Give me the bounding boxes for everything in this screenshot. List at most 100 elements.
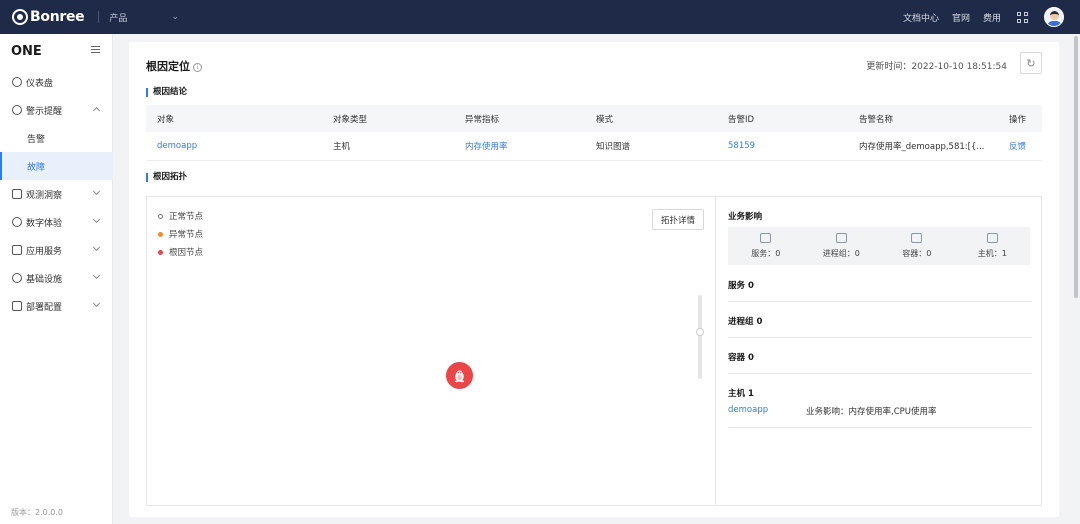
divider <box>728 301 1032 302</box>
sidebar-item-alerts[interactable]: 警示提醒 <box>0 96 113 124</box>
website-link[interactable]: 官网 <box>952 11 970 24</box>
process-group-icon <box>835 233 847 243</box>
wrench-icon <box>12 301 22 311</box>
host-impact-text: 业务影响：内存使用率,CPU使用率 <box>806 407 937 417</box>
column-header: 对象类型 <box>322 105 454 132</box>
object-link[interactable]: demoapp <box>146 132 322 161</box>
sidebar-item-alarm[interactable]: 告警 <box>0 124 113 152</box>
legend-label: 异常节点 <box>169 230 204 240</box>
sidebar-item-label: 部署配置 <box>26 302 63 313</box>
impact-title: 业务影响 <box>728 212 763 222</box>
impact-service-heading: 服务 0 <box>728 281 754 291</box>
collapse-menu-icon[interactable] <box>91 46 100 55</box>
impact-stat-label: 服务：0 <box>751 249 781 258</box>
divider <box>98 11 100 23</box>
impact-stat-label: 进程组：0 <box>822 249 860 258</box>
column-header: 模式 <box>585 105 717 132</box>
impact-stat-host: 主机：1 <box>955 227 1031 265</box>
sidebar-brand: ONE <box>11 44 42 59</box>
topology-canvas[interactable]: 正常节点 异常节点 根因节点 拓扑详情 <box>147 197 716 505</box>
app-service-icon <box>12 245 22 255</box>
infrastructure-icon <box>12 273 22 283</box>
feedback-link[interactable]: 反馈 <box>998 132 1042 161</box>
chevron-down-icon <box>92 243 101 252</box>
sidebar-item-experience[interactable]: 数字体验 <box>0 208 113 236</box>
chevron-down-icon[interactable]: ⌄ <box>171 12 179 22</box>
conclusion-table: 对象 对象类型 异常指标 模式 告警ID 告警名称 操作 demoapp 主机 … <box>146 105 1042 161</box>
impact-stat-label: 容器：0 <box>902 249 932 258</box>
chevron-down-icon <box>92 187 101 196</box>
chevron-down-icon <box>92 215 101 224</box>
sidebar-item-deploy[interactable]: 部署配置 <box>0 292 113 320</box>
sidebar-item-insight[interactable]: 观测洞察 <box>0 180 113 208</box>
divider <box>728 373 1032 374</box>
alert-name: 内存使用率_demoapp,581:[{... <box>848 132 998 161</box>
impact-process-group-heading: 进程组 0 <box>728 317 763 327</box>
zoom-slider[interactable] <box>698 295 702 379</box>
sidebar-item-label: 警示提醒 <box>26 106 63 117</box>
top-bar: Bonree 产品 ⌄ 文档中心 官网 费用 <box>0 0 1080 34</box>
abnormal-node-dot-icon <box>158 231 163 237</box>
docs-link[interactable]: 文档中心 <box>903 11 939 24</box>
column-header: 操作 <box>998 105 1042 132</box>
info-icon[interactable]: i <box>193 63 202 72</box>
root-cause-card: 根因定位 i 更新时间：2022-10-10 18:51:54 ↻ 根因结论 对象… <box>129 42 1059 517</box>
column-header: 异常指标 <box>454 105 585 132</box>
divider <box>728 427 1032 428</box>
topology-panel: 正常节点 异常节点 根因节点 拓扑详情 业务影响 服务：0 进程组：0 容器：0… <box>146 196 1042 506</box>
legend-abnormal: 异常节点 <box>158 228 203 240</box>
sidebar-item-dashboard[interactable]: 仪表盘 <box>0 68 113 96</box>
insight-icon <box>12 189 22 199</box>
avatar[interactable] <box>1044 7 1064 27</box>
alert-id-link[interactable]: 58159 <box>717 132 848 161</box>
divider <box>728 337 1032 338</box>
business-impact-panel: 业务影响 服务：0 进程组：0 容器：0 主机：1 服务 0 进程组 0 容器 … <box>717 197 1041 505</box>
impact-host-heading: 主机 1 <box>728 389 754 399</box>
impact-stat-container: 容器：0 <box>879 227 955 265</box>
dashboard-icon <box>12 77 22 87</box>
sidebar-item-fault[interactable]: 故障 <box>0 152 113 180</box>
scrollbar-thumb[interactable] <box>1074 36 1078 298</box>
legend-root: 根因节点 <box>158 246 203 258</box>
page-title-text: 根因定位 <box>146 60 190 73</box>
app-grid-icon[interactable] <box>1017 11 1028 23</box>
section-title-topology: 根因拓扑 <box>146 173 187 182</box>
linux-icon <box>454 370 465 383</box>
page-scrollbar[interactable] <box>1072 34 1080 524</box>
user-icon <box>12 217 22 227</box>
section-title-conclusion: 根因结论 <box>146 88 187 97</box>
logo-text: Bonree <box>30 9 85 25</box>
impact-stat-label: 主机：1 <box>977 249 1007 258</box>
billing-link[interactable]: 费用 <box>983 11 1001 24</box>
zoom-slider-handle[interactable] <box>696 328 704 336</box>
sidebar: ONE 仪表盘 警示提醒 告警 故障 观测洞察 数字体验 应用服务 基础设施 部… <box>0 34 113 524</box>
root-cause-node[interactable] <box>446 362 473 389</box>
chevron-up-icon <box>92 106 101 115</box>
refresh-button[interactable]: ↻ <box>1020 52 1042 74</box>
legend-label: 正常节点 <box>169 212 204 222</box>
bonree-logo[interactable]: Bonree <box>12 9 85 25</box>
update-time: 更新时间：2022-10-10 18:51:54 <box>866 62 1007 72</box>
metric-link[interactable]: 内存使用率 <box>454 132 585 161</box>
sidebar-item-infra[interactable]: 基础设施 <box>0 264 113 292</box>
version-label: 版本：2.0.0.0 <box>11 508 63 517</box>
column-header: 对象 <box>146 105 322 132</box>
table-row: demoapp 主机 内存使用率 知识图谱 58159 内存使用率_demoap… <box>146 132 1042 161</box>
legend-label: 根因节点 <box>169 248 204 258</box>
impact-stat-service: 服务：0 <box>728 227 804 265</box>
container-icon <box>911 233 923 243</box>
sidebar-item-label: 数字体验 <box>26 218 63 229</box>
chevron-down-icon <box>92 299 101 308</box>
impact-stat-process-group: 进程组：0 <box>804 227 880 265</box>
object-type: 主机 <box>322 132 454 161</box>
host-link[interactable]: demoapp <box>728 405 768 415</box>
sidebar-item-label: 仪表盘 <box>26 78 54 89</box>
topology-detail-button[interactable]: 拓扑详情 <box>652 209 704 230</box>
product-menu[interactable]: 产品 <box>109 11 127 24</box>
sidebar-item-label: 告警 <box>27 134 46 145</box>
sidebar-item-app-service[interactable]: 应用服务 <box>0 236 113 264</box>
mode: 知识图谱 <box>585 132 717 161</box>
table-header-row: 对象 对象类型 异常指标 模式 告警ID 告警名称 操作 <box>146 105 1042 132</box>
chevron-down-icon <box>92 271 101 280</box>
sidebar-item-label: 故障 <box>27 162 46 173</box>
